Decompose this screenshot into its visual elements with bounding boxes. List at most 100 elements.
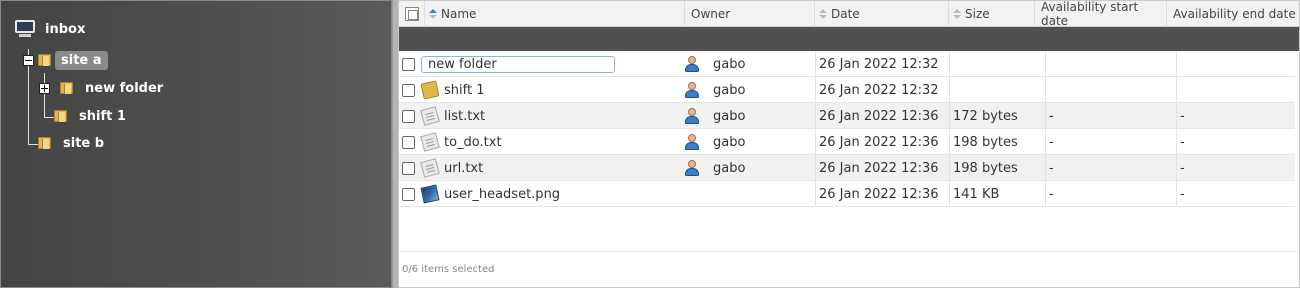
- file-name[interactable]: url.txt: [444, 161, 483, 176]
- row-checkbox[interactable]: [402, 83, 415, 97]
- size-cell: 198 bytes: [953, 129, 1018, 155]
- user-icon: [685, 108, 699, 124]
- file-name[interactable]: user_headset.png: [444, 187, 560, 202]
- text-file-icon: [420, 158, 440, 178]
- column-header-date[interactable]: Date: [815, 1, 949, 27]
- table-row[interactable]: shift 1 gabo 26 Jan 2022 12:32: [399, 77, 1295, 103]
- avail-end-cell: -: [1180, 181, 1185, 207]
- folder-tree-panel: inbox site a new folder shift 1 site b: [0, 0, 392, 288]
- column-header-name[interactable]: Name: [425, 1, 685, 27]
- tree-item-new-folder[interactable]: new folder: [39, 76, 169, 100]
- date-text: 26 Jan 2022 12:36: [819, 134, 939, 150]
- column-divider: [1045, 181, 1046, 207]
- row-checkbox-cell[interactable]: [402, 77, 415, 103]
- column-header-label: Owner: [691, 7, 731, 21]
- column-divider: [815, 181, 816, 207]
- owner-cell: gabo: [685, 103, 745, 129]
- owner-cell: gabo: [685, 77, 745, 103]
- column-divider: [815, 51, 816, 77]
- column-divider: [1045, 77, 1046, 103]
- file-name[interactable]: to_do.txt: [444, 135, 502, 150]
- text-file-icon: [420, 106, 440, 126]
- avail-start-text: -: [1049, 160, 1054, 176]
- avail-start-cell: -: [1049, 103, 1054, 129]
- row-checkbox[interactable]: [402, 161, 415, 175]
- owner-cell: gabo: [685, 129, 745, 155]
- header-band: [399, 27, 1299, 51]
- date-text: 26 Jan 2022 12:36: [819, 160, 939, 176]
- column-header-label: Availability end date: [1173, 7, 1296, 21]
- row-checkbox-cell[interactable]: [402, 103, 415, 129]
- size-text: 198 bytes: [953, 160, 1018, 176]
- name-cell[interactable]: url.txt: [420, 155, 483, 181]
- row-checkbox[interactable]: [402, 135, 415, 149]
- row-checkbox-cell[interactable]: [402, 181, 415, 207]
- row-checkbox-cell[interactable]: [402, 51, 415, 77]
- column-divider: [1176, 51, 1177, 77]
- avail-end-text: -: [1180, 160, 1185, 176]
- column-divider: [949, 51, 950, 77]
- row-checkbox-cell[interactable]: [402, 129, 415, 155]
- table-row[interactable]: url.txt gabo 26 Jan 2022 12:36 198 bytes…: [399, 155, 1295, 181]
- owner-text: gabo: [713, 108, 746, 124]
- owner-text: gabo: [713, 82, 746, 98]
- row-checkbox[interactable]: [402, 109, 415, 123]
- owner-text: gabo: [713, 160, 746, 176]
- row-checkbox-cell[interactable]: [402, 155, 415, 181]
- folder-icon: [38, 137, 51, 149]
- date-cell: 26 Jan 2022 12:36: [819, 181, 939, 207]
- date-cell: 26 Jan 2022 12:32: [819, 51, 939, 77]
- row-checkbox[interactable]: [402, 187, 415, 201]
- column-divider: [949, 181, 950, 207]
- date-cell: 26 Jan 2022 12:36: [819, 129, 939, 155]
- table-row[interactable]: gabo 26 Jan 2022 12:32: [399, 51, 1295, 77]
- tree-connector: [44, 117, 54, 118]
- tree-item-shift-1[interactable]: shift 1: [54, 104, 132, 128]
- column-divider: [1045, 129, 1046, 155]
- tree-item-site-b[interactable]: site b: [38, 131, 110, 155]
- date-text: 26 Jan 2022 12:36: [819, 186, 939, 202]
- name-cell[interactable]: user_headset.png: [420, 181, 560, 207]
- column-divider: [815, 77, 816, 103]
- table-row[interactable]: user_headset.png 26 Jan 2022 12:36 141 K…: [399, 181, 1295, 207]
- rename-input[interactable]: [421, 55, 615, 73]
- tree-item-site-a[interactable]: site a: [23, 48, 108, 72]
- avail-end-text: -: [1180, 186, 1185, 202]
- column-header-availability-start[interactable]: Availability start date: [1035, 0, 1167, 28]
- file-name[interactable]: shift 1: [444, 83, 484, 98]
- table-row[interactable]: to_do.txt gabo 26 Jan 2022 12:36 198 byt…: [399, 129, 1295, 155]
- avail-end-text: -: [1180, 134, 1185, 150]
- name-cell[interactable]: to_do.txt: [420, 129, 502, 155]
- column-header-availability-end[interactable]: Availability end date: [1167, 1, 1299, 27]
- column-header-owner[interactable]: Owner: [685, 1, 815, 27]
- column-header-label: Size: [965, 7, 990, 21]
- size-text: 172 bytes: [953, 108, 1018, 124]
- size-text: 141 KB: [953, 186, 1000, 202]
- avail-end-cell: -: [1180, 155, 1185, 181]
- select-all-column[interactable]: [399, 1, 425, 27]
- tree-root-label: inbox: [45, 21, 86, 37]
- avail-end-text: -: [1180, 108, 1185, 124]
- avail-start-text: -: [1049, 134, 1054, 150]
- column-header-size[interactable]: Size: [949, 1, 1035, 27]
- select-all-icon[interactable]: [405, 7, 419, 21]
- user-icon: [685, 134, 699, 150]
- tree-item-label: shift 1: [79, 108, 126, 124]
- avail-start-text: -: [1049, 108, 1054, 124]
- text-file-icon: [420, 132, 440, 152]
- column-divider: [815, 129, 816, 155]
- expand-icon[interactable]: [39, 82, 50, 94]
- name-cell[interactable]: list.txt: [420, 103, 485, 129]
- name-cell[interactable]: [421, 51, 615, 77]
- collapse-icon[interactable]: [23, 54, 34, 66]
- tree-connector: [28, 144, 38, 145]
- file-name[interactable]: list.txt: [444, 109, 485, 124]
- row-checkbox[interactable]: [402, 57, 415, 71]
- name-cell[interactable]: shift 1: [420, 77, 484, 103]
- table-row[interactable]: list.txt gabo 26 Jan 2022 12:36 172 byte…: [399, 103, 1295, 129]
- image-file-icon: [420, 184, 440, 204]
- tree-item-label: site b: [63, 135, 105, 151]
- column-divider: [815, 103, 816, 129]
- tree-root-inbox[interactable]: inbox: [13, 17, 85, 41]
- date-text: 26 Jan 2022 12:32: [819, 56, 939, 72]
